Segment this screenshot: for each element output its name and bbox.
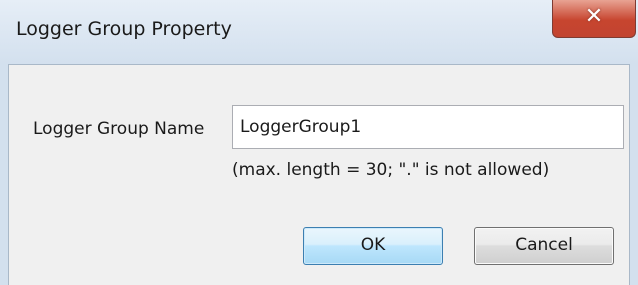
logger-group-name-label: Logger Group Name: [33, 119, 205, 139]
close-icon: ✕: [584, 4, 604, 29]
window-frame-right: [630, 64, 638, 285]
logger-group-property-dialog: Logger Group Property ✕ Logger Group Nam…: [0, 0, 638, 285]
title-bar: Logger Group Property ✕: [0, 0, 638, 64]
logger-group-name-input[interactable]: [232, 105, 624, 149]
window-title: Logger Group Property: [16, 18, 232, 40]
cancel-button[interactable]: Cancel: [474, 227, 614, 265]
ok-button[interactable]: OK: [303, 227, 443, 265]
window-frame-left: [0, 64, 8, 285]
close-button[interactable]: ✕: [552, 0, 636, 38]
name-hint-text: (max. length = 30; "." is not allowed): [232, 160, 550, 180]
